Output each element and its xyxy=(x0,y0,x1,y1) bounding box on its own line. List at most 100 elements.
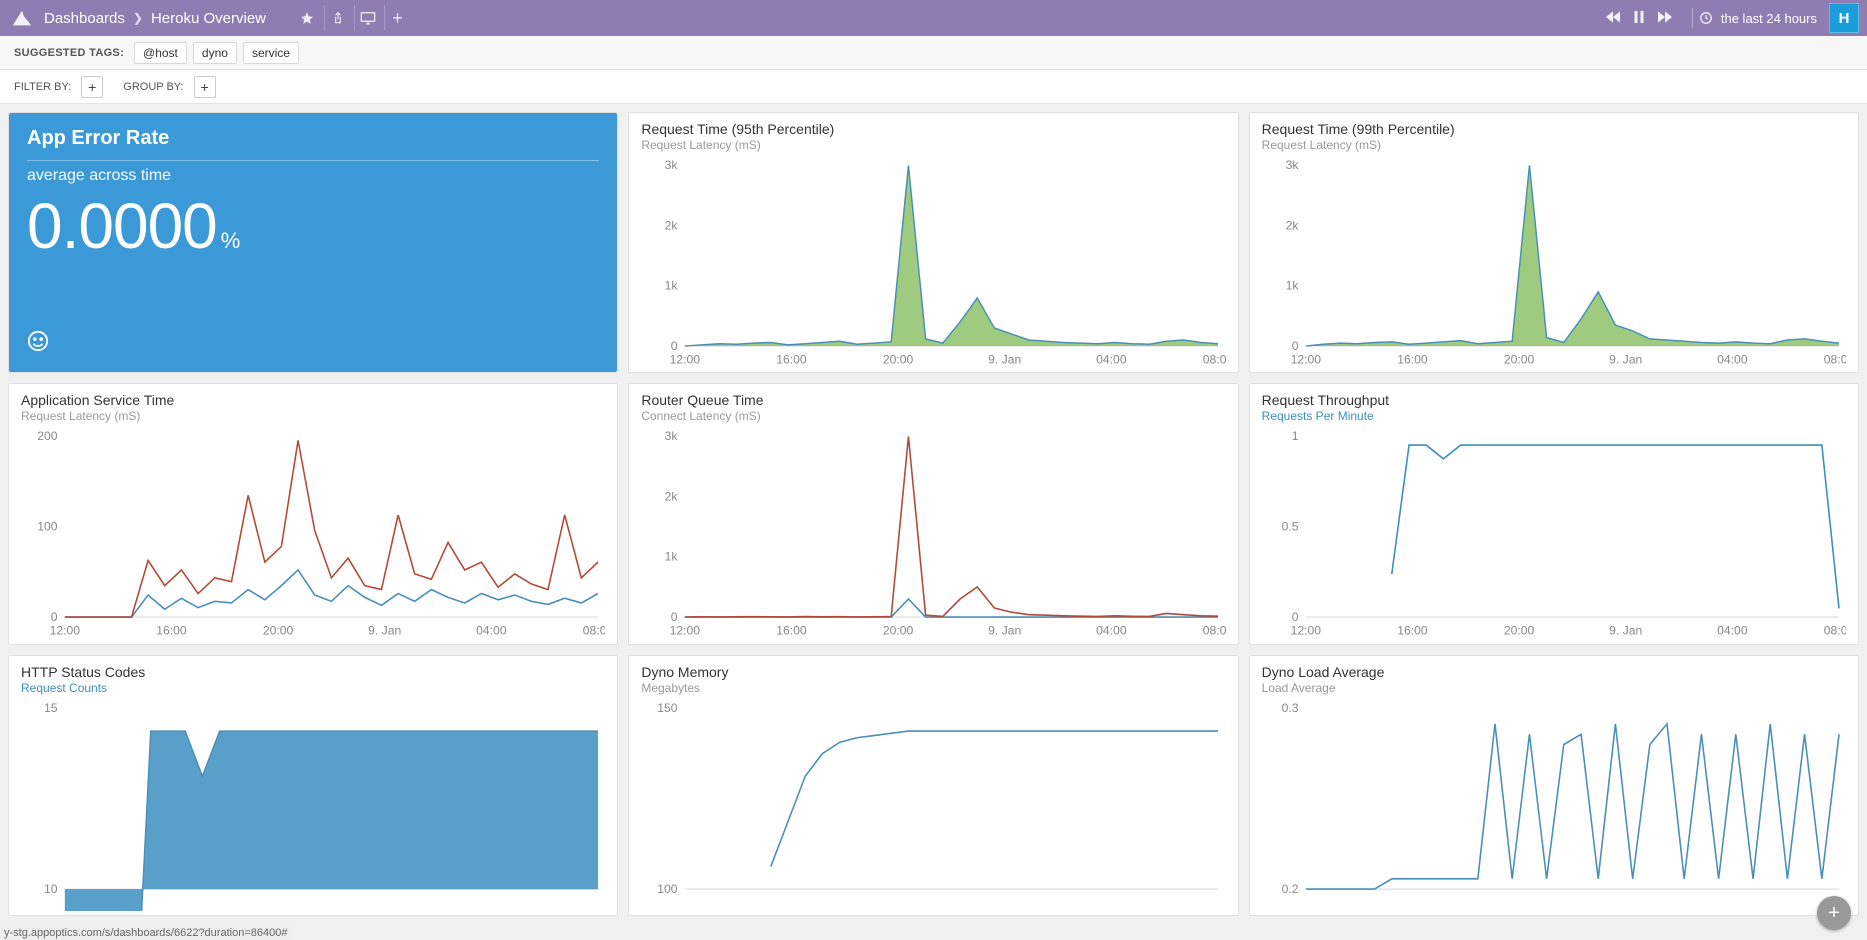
svg-text:0: 0 xyxy=(671,339,678,353)
svg-text:12:00: 12:00 xyxy=(670,624,701,638)
breadcrumb-current[interactable]: Heroku Overview xyxy=(151,10,266,27)
svg-text:20:00: 20:00 xyxy=(263,624,294,638)
svg-text:20:00: 20:00 xyxy=(1504,352,1535,366)
svg-text:04:00: 04:00 xyxy=(1096,624,1127,638)
svg-text:04:00: 04:00 xyxy=(1717,624,1748,638)
add-icon[interactable]: + xyxy=(384,5,410,31)
svg-text:20:00: 20:00 xyxy=(883,352,914,366)
panel-svc-time[interactable]: Application Service Time Request Latency… xyxy=(8,383,618,644)
panel-subtitle: Connect Latency (mS) xyxy=(641,409,1225,423)
rewind-icon[interactable] xyxy=(1606,11,1620,26)
pause-icon[interactable] xyxy=(1634,11,1644,26)
panel-subtitle: Request Counts xyxy=(21,681,605,695)
svg-text:2k: 2k xyxy=(1285,218,1299,232)
timerange-label: the last 24 hours xyxy=(1721,11,1817,26)
display-icon[interactable] xyxy=(354,5,380,31)
svg-text:100: 100 xyxy=(658,881,678,895)
filter-by-label: FILTER BY: xyxy=(14,81,71,93)
chevron-right-icon: ❯ xyxy=(133,11,143,25)
svg-text:3k: 3k xyxy=(665,429,679,443)
svg-text:9. Jan: 9. Jan xyxy=(988,624,1021,638)
svg-text:20:00: 20:00 xyxy=(1504,624,1535,638)
panel-status-codes[interactable]: HTTP Status Codes Request Counts 1015 xyxy=(8,655,618,916)
svg-text:16:00: 16:00 xyxy=(1397,624,1428,638)
svg-text:100: 100 xyxy=(37,520,57,534)
svg-text:20:00: 20:00 xyxy=(883,624,914,638)
panel-title: Application Service Time xyxy=(21,392,605,408)
svg-text:200: 200 xyxy=(37,429,57,443)
panel-subtitle: Requests Per Minute xyxy=(1262,409,1846,423)
svg-text:10: 10 xyxy=(44,881,58,895)
panel-subtitle: average across time xyxy=(27,167,599,185)
svg-text:12:00: 12:00 xyxy=(50,624,81,638)
add-panel-fab[interactable]: + xyxy=(1817,896,1851,930)
panel-memory[interactable]: Dyno Memory Megabytes 100 150 xyxy=(628,655,1238,916)
svg-text:1: 1 xyxy=(1291,429,1298,443)
panel-error-rate[interactable]: App Error Rate average across time 0.000… xyxy=(8,112,618,373)
svg-text:0: 0 xyxy=(1291,339,1298,353)
avatar[interactable]: H xyxy=(1829,3,1859,33)
svg-text:1k: 1k xyxy=(665,278,679,292)
panel-p95[interactable]: Request Time (95th Percentile) Request L… xyxy=(628,112,1238,373)
svg-text:2k: 2k xyxy=(665,218,679,232)
svg-text:0.3: 0.3 xyxy=(1281,701,1298,715)
group-by-label: GROUP BY: xyxy=(123,81,183,93)
timerange-picker[interactable]: the last 24 hours xyxy=(1699,11,1817,26)
panel-title: App Error Rate xyxy=(27,127,599,161)
svg-text:15: 15 xyxy=(44,701,58,715)
tag-service[interactable]: service xyxy=(243,42,299,64)
share-icon[interactable] xyxy=(324,5,350,31)
svg-text:0.2: 0.2 xyxy=(1281,881,1298,895)
panel-throughput[interactable]: Request Throughput Requests Per Minute 0… xyxy=(1249,383,1859,644)
status-url: y-stg.appoptics.com/s/dashboards/6622?du… xyxy=(0,926,291,940)
panel-load[interactable]: Dyno Load Average Load Average 0.2 0.3 xyxy=(1249,655,1859,916)
add-filter-button[interactable]: + xyxy=(81,76,103,98)
tag-dyno[interactable]: dyno xyxy=(193,42,237,64)
dashboard-actions: + xyxy=(294,5,410,31)
svg-text:08:00: 08:00 xyxy=(1203,352,1226,366)
svg-text:08:00: 08:00 xyxy=(1823,624,1846,638)
add-group-button[interactable]: + xyxy=(194,76,216,98)
svg-text:3k: 3k xyxy=(1285,158,1299,172)
star-icon[interactable] xyxy=(294,5,320,31)
svg-text:08:00: 08:00 xyxy=(583,624,606,638)
breadcrumb-root[interactable]: Dashboards xyxy=(44,10,125,27)
panel-title: Router Queue Time xyxy=(641,392,1225,408)
suggested-tags-label: SUGGESTED TAGS: xyxy=(14,47,124,59)
svg-text:9. Jan: 9. Jan xyxy=(368,624,401,638)
suggested-tags-bar: SUGGESTED TAGS: @host dyno service xyxy=(0,36,1867,70)
panel-subtitle: Request Latency (mS) xyxy=(1262,138,1846,152)
svg-text:16:00: 16:00 xyxy=(1397,352,1428,366)
svg-text:2k: 2k xyxy=(665,490,679,504)
svg-text:04:00: 04:00 xyxy=(476,624,507,638)
svg-text:3k: 3k xyxy=(665,158,679,172)
playback-controls xyxy=(1606,11,1672,26)
panel-title: Dyno Memory xyxy=(641,664,1225,680)
forward-icon[interactable] xyxy=(1658,11,1672,26)
svg-text:150: 150 xyxy=(658,701,678,715)
breadcrumb: Dashboards ❯ Heroku Overview xyxy=(44,10,266,27)
panel-title: Dyno Load Average xyxy=(1262,664,1846,680)
panel-title: Request Throughput xyxy=(1262,392,1846,408)
svg-text:1k: 1k xyxy=(1285,278,1299,292)
filter-bar: FILTER BY: + GROUP BY: + xyxy=(0,70,1867,104)
panel-subtitle: Request Latency (mS) xyxy=(641,138,1225,152)
svg-text:04:00: 04:00 xyxy=(1717,352,1748,366)
panel-p99[interactable]: Request Time (99th Percentile) Request L… xyxy=(1249,112,1859,373)
panel-title: Request Time (99th Percentile) xyxy=(1262,121,1846,137)
svg-text:16:00: 16:00 xyxy=(777,624,808,638)
smile-icon xyxy=(27,330,599,358)
svg-text:0.5: 0.5 xyxy=(1281,520,1298,534)
panel-subtitle: Megabytes xyxy=(641,681,1225,695)
svg-text:0: 0 xyxy=(1291,610,1298,624)
panel-subtitle: Request Latency (mS) xyxy=(21,409,605,423)
panel-subtitle: Load Average xyxy=(1262,681,1846,695)
svg-text:9. Jan: 9. Jan xyxy=(988,352,1021,366)
svg-text:04:00: 04:00 xyxy=(1096,352,1127,366)
panel-queue[interactable]: Router Queue Time Connect Latency (mS) 0… xyxy=(628,383,1238,644)
tag-host[interactable]: @host xyxy=(134,42,187,64)
error-rate-value: 0.0000% xyxy=(27,189,599,263)
panel-title: Request Time (95th Percentile) xyxy=(641,121,1225,137)
app-logo[interactable] xyxy=(8,4,36,32)
clock-icon xyxy=(1699,11,1713,25)
